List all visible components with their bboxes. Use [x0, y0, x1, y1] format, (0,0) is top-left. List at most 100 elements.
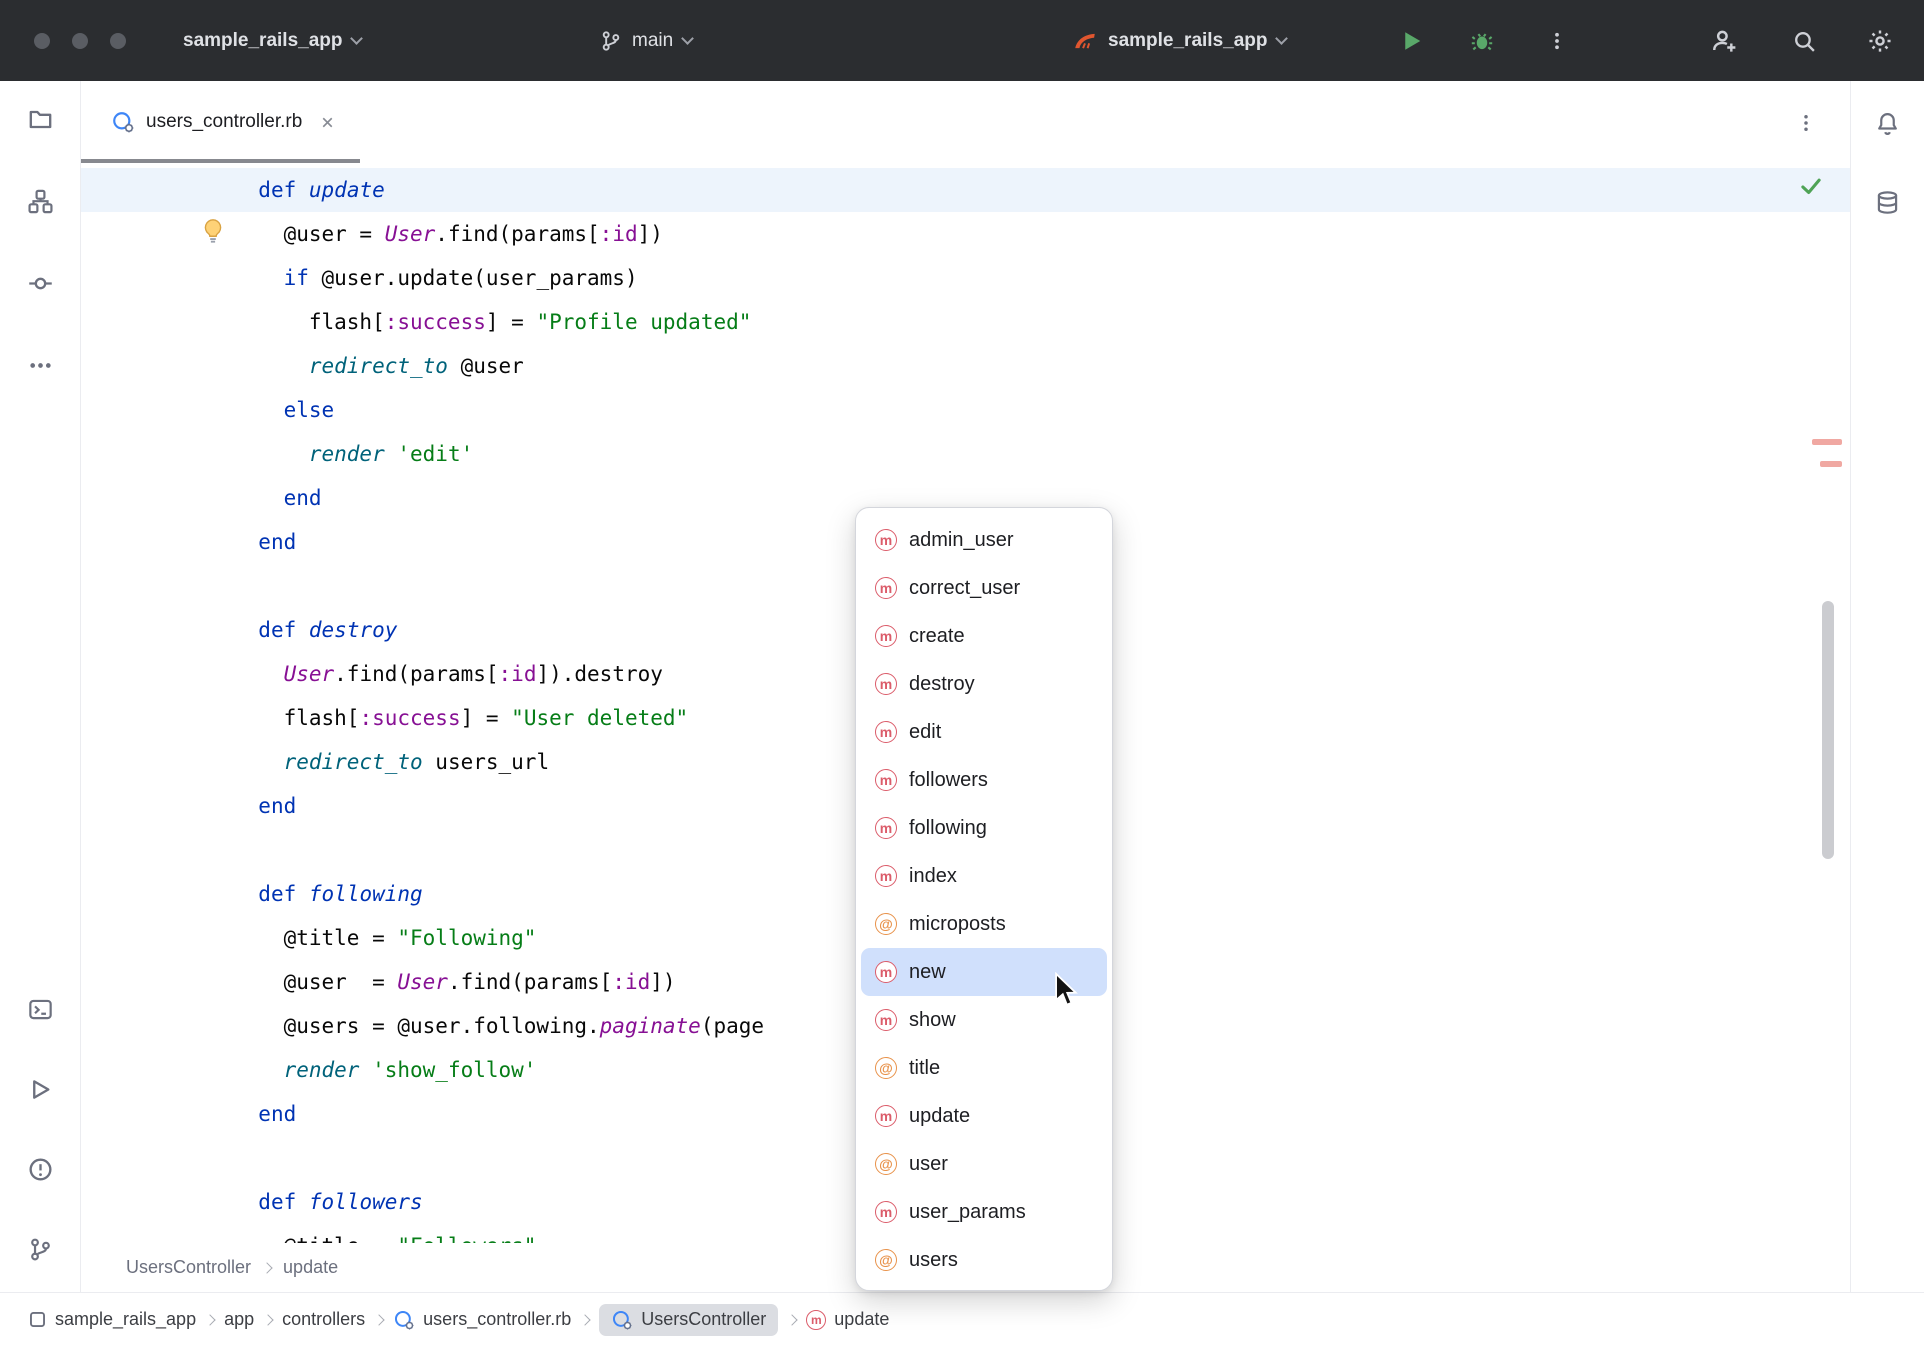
run-configuration-widget[interactable]: sample_rails_app — [1072, 0, 1286, 81]
method-icon: m — [875, 721, 897, 743]
method-icon: m — [875, 625, 897, 647]
search-everywhere-button[interactable] — [1782, 19, 1826, 63]
commit-tool-button[interactable] — [22, 265, 58, 301]
window-close-button[interactable] — [34, 33, 50, 49]
popup-item-destroy[interactable]: mdestroy — [861, 660, 1107, 708]
code-line[interactable]: def update — [81, 168, 1850, 212]
structure-tool-button[interactable] — [22, 183, 58, 219]
intention-lightbulb-icon[interactable] — [199, 217, 227, 250]
method-icon: m — [875, 865, 897, 887]
popup-item-create[interactable]: mcreate — [861, 612, 1107, 660]
error-stripe-mark[interactable] — [1820, 461, 1842, 467]
terminal-icon — [28, 997, 53, 1022]
window-controls[interactable] — [34, 33, 126, 49]
error-stripe-mark[interactable] — [1812, 439, 1842, 445]
editor-options-kebab-icon[interactable] — [1790, 107, 1822, 139]
popup-item-following[interactable]: mfollowing — [861, 804, 1107, 852]
popup-item-label: followers — [909, 769, 988, 792]
method-icon: m — [875, 817, 897, 839]
settings-button[interactable] — [1858, 19, 1902, 63]
attribute-icon: @ — [875, 913, 897, 935]
vcs-widget[interactable]: main — [600, 0, 692, 81]
popup-item-edit[interactable]: medit — [861, 708, 1107, 756]
popup-item-label: show — [909, 1009, 956, 1032]
breadcrumb-controllers[interactable]: controllers — [282, 1309, 365, 1330]
method-icon: m — [875, 577, 897, 599]
structure-popup-list: madmin_usermcorrect_usermcreatemdestroym… — [856, 516, 1112, 1284]
problems-tool-button[interactable] — [22, 1151, 58, 1187]
popup-item-user[interactable]: @user — [861, 1140, 1107, 1188]
close-icon[interactable] — [319, 114, 336, 131]
editor-breadcrumb-item[interactable]: UsersController — [126, 1257, 251, 1278]
popup-item-microposts[interactable]: @microposts — [861, 900, 1107, 948]
code-line[interactable]: else — [81, 388, 1850, 432]
notifications-button[interactable] — [1870, 105, 1906, 141]
right-tool-strip — [1850, 81, 1924, 1292]
code-line[interactable]: flash[:success] = "Profile updated" — [81, 300, 1850, 344]
breadcrumb-update[interactable]: mupdate — [806, 1309, 889, 1330]
git-tool-button[interactable] — [22, 1231, 58, 1267]
bell-icon — [1875, 111, 1900, 136]
chevron-down-icon — [351, 32, 364, 45]
window-zoom-button[interactable] — [110, 33, 126, 49]
code-line[interactable]: if @user.update(user_params) — [81, 256, 1850, 300]
mouse-cursor — [1052, 972, 1080, 1013]
tab-users-controller[interactable]: users_controller.rb — [81, 81, 360, 163]
method-icon: m — [875, 961, 897, 983]
editor-scrollbar[interactable] — [1822, 601, 1834, 859]
window-minimize-button[interactable] — [72, 33, 88, 49]
popup-item-label: user — [909, 1153, 948, 1176]
more-tool-windows-button[interactable] — [22, 347, 58, 383]
popup-item-update[interactable]: mupdate — [861, 1092, 1107, 1140]
run-outline-icon — [28, 1077, 53, 1102]
run-button[interactable] — [1390, 19, 1434, 63]
popup-item-label: admin_user — [909, 529, 1014, 552]
status-bar: sample_rails_app app controllers users_cont… — [0, 1292, 1924, 1346]
breadcrumb-sample_rails_app[interactable]: sample_rails_app — [28, 1309, 196, 1330]
breadcrumb-users_controller.rb[interactable]: users_controller.rb — [393, 1309, 571, 1331]
method-icon: m — [875, 529, 897, 551]
more-actions-kebab-icon[interactable] — [1535, 19, 1579, 63]
code-line[interactable]: @user = User.find(params[:id]) — [81, 212, 1850, 256]
method-icon: m — [875, 1201, 897, 1223]
breadcrumb-label: controllers — [282, 1309, 365, 1330]
popup-item-label: users — [909, 1249, 958, 1272]
method-icon: m — [806, 1310, 826, 1330]
popup-item-user_params[interactable]: muser_params — [861, 1188, 1107, 1236]
chevron-down-icon — [1276, 32, 1289, 45]
breadcrumb-UsersController[interactable]: UsersController — [599, 1304, 778, 1336]
rails-icon — [1072, 28, 1098, 54]
popup-item-admin_user[interactable]: m admin_user — [861, 516, 1107, 564]
popup-item-index[interactable]: mindex — [861, 852, 1107, 900]
chevron-down-icon — [681, 32, 694, 45]
editor-breadcrumb-item[interactable]: update — [283, 1257, 338, 1278]
debug-button[interactable] — [1460, 19, 1504, 63]
status-breadcrumbs: sample_rails_app app controllers users_cont… — [28, 1304, 889, 1336]
project-widget[interactable]: sample_rails_app — [183, 0, 361, 81]
terminal-tool-button[interactable] — [22, 991, 58, 1027]
popup-item-title[interactable]: @title — [861, 1044, 1107, 1092]
search-icon — [1792, 29, 1817, 54]
popup-item-label: new — [909, 961, 946, 984]
breadcrumb-label: users_controller.rb — [423, 1309, 571, 1330]
inspections-ok-check-icon[interactable] — [1798, 173, 1824, 204]
code-line[interactable]: redirect_to @user — [81, 344, 1850, 388]
more-icon — [28, 353, 53, 378]
bug-icon — [1470, 29, 1494, 53]
problems-icon — [28, 1157, 53, 1182]
code-line[interactable]: render 'edit' — [81, 432, 1850, 476]
popup-item-followers[interactable]: mfollowers — [861, 756, 1107, 804]
popup-item-users[interactable]: @ users — [861, 1236, 1107, 1284]
popup-item-correct_user[interactable]: mcorrect_user — [861, 564, 1107, 612]
structure-popup: madmin_usermcorrect_usermcreatemdestroym… — [855, 507, 1113, 1291]
project-tool-button[interactable] — [22, 101, 58, 137]
breadcrumb-label: app — [224, 1309, 254, 1330]
breadcrumb-app[interactable]: app — [224, 1309, 254, 1330]
run-tool-button[interactable] — [22, 1071, 58, 1107]
attribute-icon: @ — [875, 1249, 897, 1271]
database-tool-button[interactable] — [1870, 184, 1906, 220]
branch-name: main — [632, 30, 673, 52]
code-with-me-button[interactable] — [1702, 19, 1746, 63]
structure-icon — [28, 189, 53, 214]
popup-item-label: destroy — [909, 673, 975, 696]
